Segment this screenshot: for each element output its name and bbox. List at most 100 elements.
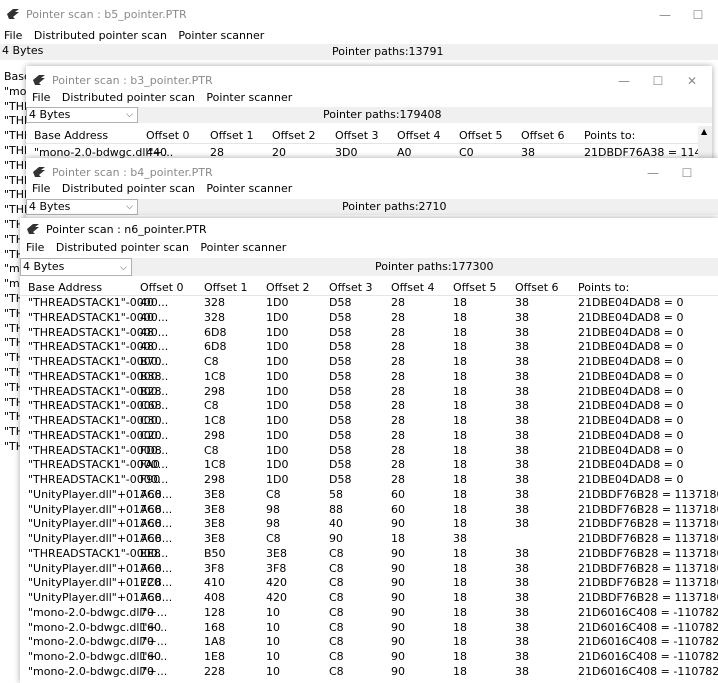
menu-file[interactable]: File: [26, 241, 44, 254]
table-row[interactable]: "UnityPlayer.dll"+017C8... A60 3E8 C8 90 18 38…: [20, 532, 718, 547]
menu-file[interactable]: File: [32, 91, 50, 104]
header-points-to[interactable]: Points to:: [578, 281, 629, 294]
table-row[interactable]: "mono-2.0-bdwgc.dll"+... 70 228 10 C8 90 18 38 2…: [20, 665, 718, 680]
header-offset-0[interactable]: Offset 0: [146, 129, 190, 142]
table-row[interactable]: "THREADSTACK1"-0000... C20 298 1D0 D58 28 18 38…: [20, 429, 718, 444]
menu-bar: File Distributed pointer scan Pointer sc…: [32, 91, 712, 106]
cell-offset-1: 168: [204, 620, 225, 634]
header-offset-2[interactable]: Offset 2: [266, 281, 310, 294]
table-row[interactable]: "THREADSTACK1"-0000... C68 C8 1D0 D58 28 18 38 2…: [20, 399, 718, 414]
toolbar: 4 Bytes ⌵ Pointer paths:177300: [20, 258, 718, 276]
minimize-button[interactable]: —: [609, 72, 639, 90]
chevron-down-icon: ⌵: [126, 202, 133, 212]
maximize-button[interactable]: ☐: [683, 6, 713, 24]
table-row[interactable]: "THREADSTACK1"-0000... FD8 C8 1D0 D58 28 18 38 2…: [20, 444, 718, 459]
cell-offset-5: 18: [453, 369, 467, 383]
header-offset-4[interactable]: Offset 4: [391, 281, 435, 294]
table-row[interactable]: "mono-2.0-bdwgc.dll"+... 70 1A8 10 C8 90 18 38 2…: [20, 635, 718, 650]
minimize-button[interactable]: —: [650, 6, 680, 24]
value-type-dropdown[interactable]: 4 Bytes ⌵: [20, 258, 132, 276]
cell-offset-3: C8: [329, 664, 344, 678]
cell-offset-1: B50: [204, 546, 226, 560]
menu-distributed-pointer-scan[interactable]: Distributed pointer scan: [62, 91, 195, 104]
table-row[interactable]: "UnityPlayer.dll"+017C8... A60 3E8 98 88 60 18…: [20, 503, 718, 518]
header-offset-3[interactable]: Offset 3: [335, 129, 379, 142]
cell-offset-4: 28: [391, 384, 405, 398]
cell-points-to: 21DBDF76B28 = 1137180672: [578, 591, 718, 604]
menu-distributed-pointer-scan[interactable]: Distributed pointer scan: [56, 241, 189, 254]
table-row[interactable]: "THREADSTACK1"-0000... F90 298 1D0 D58 28 18 38…: [20, 473, 718, 488]
cell-points-to: 21D6016C408 = -1107822144: [578, 620, 718, 634]
maximize-button[interactable]: ☐: [643, 72, 673, 90]
menu-distributed-pointer-scan[interactable]: Distributed pointer scan: [34, 29, 167, 42]
table-row[interactable]: "THREADSTACK1"-0000... B38 1C8 1D0 D58 28 18 38…: [20, 370, 718, 385]
cell-offset-1: C8: [204, 399, 219, 413]
table-row[interactable]: "THREADSTACK1"-0000... 40 328 1D0 D58 28 18 38 2…: [20, 311, 718, 326]
value-type-dropdown[interactable]: 4 Bytes ⌵: [26, 199, 138, 215]
header-offset-0[interactable]: Offset 0: [140, 281, 184, 294]
window-title: Pointer scan : n6_pointer.PTR: [46, 223, 207, 236]
header-base-address[interactable]: Base Address: [28, 281, 102, 294]
header-offset-6[interactable]: Offset 6: [515, 281, 559, 294]
table-row[interactable]: "UnityPlayer.dll"+017C8... A60 408 420 C8 90 1…: [20, 591, 718, 606]
menu-pointer-scanner[interactable]: Pointer scanner: [206, 91, 292, 104]
cell-offset-2: 3E8: [266, 546, 287, 560]
header-offset-1[interactable]: Offset 1: [210, 129, 254, 142]
scrollbar[interactable]: ▲: [698, 126, 712, 162]
table-row[interactable]: "THREADSTACK1"-0000... C30 1C8 1D0 D58 28 18 38…: [20, 414, 718, 429]
menu-pointer-scanner[interactable]: Pointer scanner: [178, 29, 264, 42]
menu-pointer-scanner[interactable]: Pointer scanner: [206, 182, 292, 195]
header-offset-1[interactable]: Offset 1: [204, 281, 248, 294]
header-points-to[interactable]: Points to:: [584, 129, 635, 142]
table-row[interactable]: "UnityPlayer.dll"+017C8... A60 3E8 98 40 90 18…: [20, 517, 718, 532]
header-offset-2[interactable]: Offset 2: [272, 129, 316, 142]
cell-offset-0: B28: [140, 384, 162, 398]
cell-offset-3: D58: [329, 369, 352, 383]
table-row[interactable]: "THREADSTACK1"-0000... 48 6D8 1D0 D58 28 18 38 2…: [20, 340, 718, 355]
value-type-dropdown[interactable]: 4 Bytes: [0, 44, 100, 60]
header-offset-5[interactable]: Offset 5: [459, 129, 503, 142]
table-row[interactable]: "THREADSTACK1"-0000... B28 298 1D0 D58 28 18 38…: [20, 385, 718, 400]
menu-pointer-scanner[interactable]: Pointer scanner: [200, 241, 286, 254]
table-row[interactable]: "mono-2.0-bdwgc.dll"+... 160 168 10 C8 90 18 38…: [20, 621, 718, 636]
table-row[interactable]: "THREADSTACK1"-0000... B70 C8 1D0 D58 28 18 38 2…: [20, 355, 718, 370]
table-row[interactable]: "THREADSTACK1"-0000... 48 6D8 1D0 D58 28 18 38 2…: [20, 326, 718, 341]
table-row[interactable]: "UnityPlayer.dll"+017C8... A60 3E8 C8 58 60 18…: [20, 488, 718, 503]
cell-offset-1: 3F8: [204, 561, 225, 575]
value-type-dropdown[interactable]: 4 Bytes ⌵: [26, 107, 138, 123]
header-base-address[interactable]: Base Address: [34, 129, 108, 142]
minimize-button[interactable]: —: [638, 164, 668, 182]
table-row[interactable]: "mono-2.0-bdwgc.dll"+... 70 128 10 C8 90 18 38 2…: [20, 606, 718, 621]
cell-offset-2: 10: [266, 605, 280, 619]
cell-offset-3: D58: [329, 355, 352, 368]
close-button[interactable]: ✕: [677, 72, 707, 90]
menu-file[interactable]: File: [32, 182, 50, 195]
cell-offset-5: 18: [453, 414, 467, 427]
table-row[interactable]: "mono-2.0-bdwgc.dll"+... 160 1E8 10 C8 90 18 38…: [20, 650, 718, 665]
scroll-up-icon[interactable]: ▲: [701, 127, 707, 136]
cell-offset-0: 160: [140, 620, 161, 634]
header-offset-5[interactable]: Offset 5: [453, 281, 497, 294]
maximize-button[interactable]: ☐: [672, 164, 702, 182]
cell-offset-1: 228: [204, 664, 225, 678]
header-offset-6[interactable]: Offset 6: [521, 129, 565, 142]
header-offset-4[interactable]: Offset 4: [397, 129, 441, 142]
window-b3: Pointer scan : b3_pointer.PTR — ☐ ✕ File…: [26, 66, 712, 162]
cell-offset-3: 88: [329, 502, 343, 516]
table-row[interactable]: "UnityPlayer.dll"+017C8... E20 410 420 C8 90 1…: [20, 576, 718, 591]
header-offset-3[interactable]: Offset 3: [329, 281, 373, 294]
table-row[interactable]: "THREADSTACK1"-0000... 40 328 1D0 D58 28 18 38 2…: [20, 296, 718, 311]
table-row[interactable]: "THREADSTACK1"-0000... FA0 1C8 1D0 D58 28 18 38…: [20, 458, 718, 473]
cell-offset-3: C8: [329, 605, 344, 619]
app-icon: [27, 224, 39, 234]
cell-offset-5: 18: [453, 487, 467, 501]
cell-points-to: 21DBE04DAD8 = 0: [578, 414, 684, 427]
menu-file[interactable]: File: [4, 29, 22, 42]
menu-distributed-pointer-scan[interactable]: Distributed pointer scan: [62, 182, 195, 195]
cell-offset-0: 70: [140, 664, 154, 678]
table-row[interactable]: "UnityPlayer.dll"+017C8... A60 3F8 3F8 C8 90 1…: [20, 562, 718, 577]
table-row[interactable]: "THREADSTACK1"-0000... EE8 B50 3E8 C8 90 18 38 2…: [20, 547, 718, 562]
cell-offset-0: F90: [140, 473, 161, 486]
cell-offset-6: 38: [515, 502, 529, 516]
cell-offset-5: 18: [453, 502, 467, 516]
